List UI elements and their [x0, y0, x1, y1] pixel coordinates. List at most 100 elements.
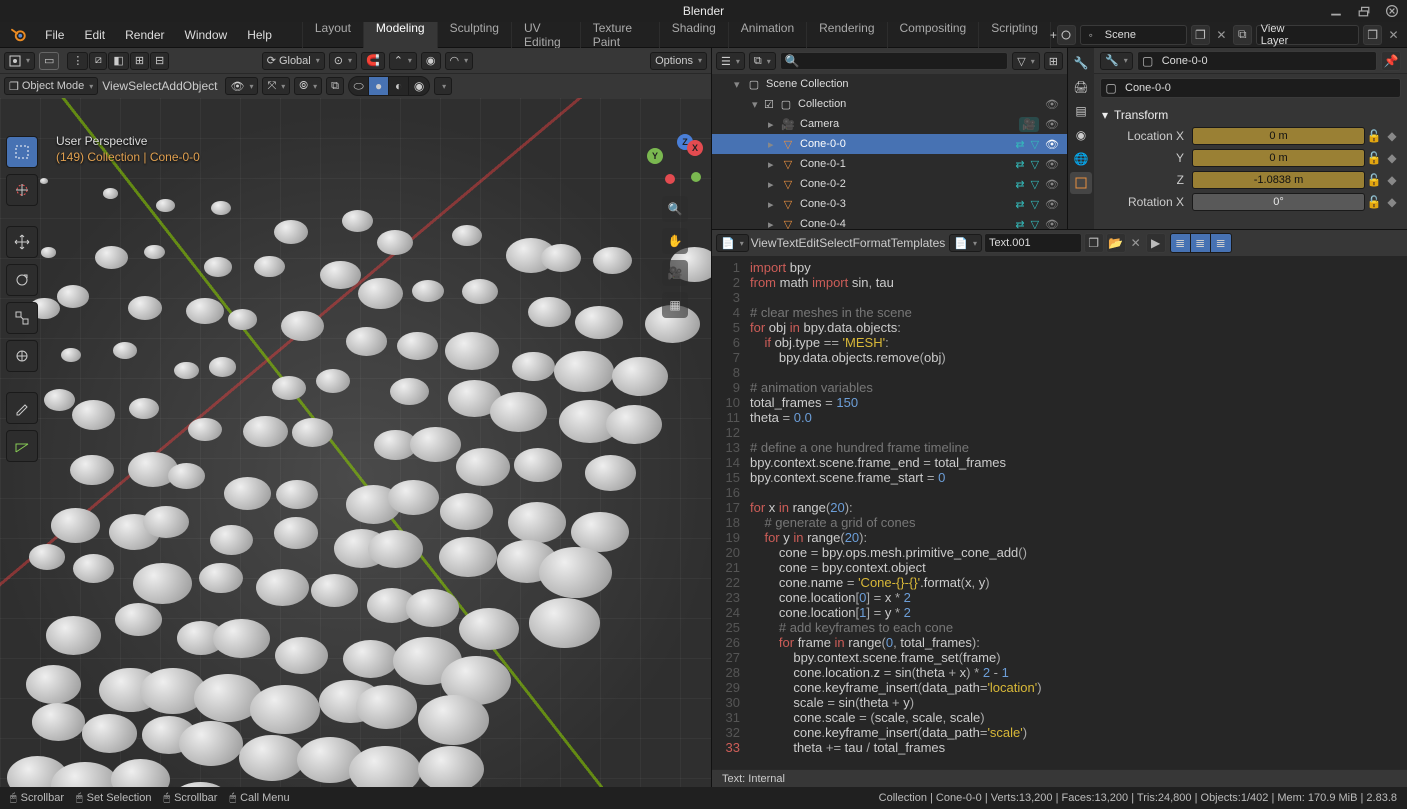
tool-transform[interactable]	[6, 340, 38, 372]
cone-mesh[interactable]	[528, 297, 571, 327]
text-unlink-button[interactable]: ✕	[1128, 233, 1144, 253]
outliner-filter-dropdown[interactable]: ▽	[1012, 52, 1039, 70]
shading-wireframe[interactable]: ⬭	[349, 77, 369, 95]
snap-sub-icon[interactable]: ⊟	[150, 52, 169, 70]
cone-mesh[interactable]	[29, 544, 66, 570]
pivot-dropdown[interactable]: ⊙	[329, 52, 357, 70]
cone-mesh[interactable]	[585, 455, 636, 490]
collection-row[interactable]: ▾☑▢Collection👁	[712, 94, 1067, 114]
cone-mesh[interactable]	[186, 298, 224, 325]
viewlayer-field[interactable]: View Layer	[1256, 25, 1359, 45]
tool-annotate[interactable]	[6, 392, 38, 424]
add-workspace-button[interactable]: +	[1050, 28, 1057, 42]
select-tool-small-icon[interactable]: ▭	[39, 52, 59, 70]
cone-mesh[interactable]	[311, 574, 358, 607]
cone-mesh[interactable]	[213, 619, 269, 658]
text-menu-format[interactable]: Format	[853, 236, 891, 250]
tab-scene[interactable]: ◉	[1070, 124, 1092, 146]
tab-output[interactable]: 🖨	[1070, 76, 1092, 98]
eye-icon[interactable]: 👁	[1045, 198, 1059, 211]
tab-render[interactable]: 🔧	[1070, 52, 1092, 74]
cone-mesh[interactable]	[156, 199, 174, 212]
texteditor-editor-dropdown[interactable]: 📄	[716, 234, 749, 252]
cone-mesh[interactable]	[276, 480, 318, 509]
object-name-field[interactable]: ▢Cone-0-0	[1100, 78, 1401, 98]
text-open-button[interactable]: 📂	[1106, 233, 1126, 253]
cone-mesh[interactable]	[397, 332, 437, 360]
text-menu-view[interactable]: View	[751, 236, 777, 250]
cone-mesh[interactable]	[82, 714, 137, 752]
cone-mesh[interactable]	[346, 327, 387, 355]
text-menu-select[interactable]: Select	[819, 236, 852, 250]
menu-render[interactable]: Render	[115, 24, 174, 46]
snap-vertex-icon[interactable]: ⋮	[67, 52, 88, 70]
cone-mesh[interactable]	[343, 640, 398, 678]
cone-mesh[interactable]	[292, 418, 333, 446]
cone-mesh[interactable]	[418, 695, 489, 745]
cone-mesh[interactable]	[512, 352, 554, 382]
cone-mesh[interactable]	[103, 188, 118, 199]
perspective-toggle[interactable]: ▦	[662, 292, 688, 318]
outliner-item-camera[interactable]: ▸🎥Camera🎥 👁	[712, 114, 1067, 134]
proportional-dropdown[interactable]: ◠	[445, 52, 474, 70]
cone-mesh[interactable]	[174, 362, 199, 380]
eye-icon[interactable]: 👁	[1045, 178, 1059, 191]
menu-help[interactable]: Help	[237, 24, 282, 46]
cone-mesh[interactable]	[199, 563, 243, 593]
cone-mesh[interactable]	[70, 455, 114, 486]
shading-rendered[interactable]: ◉	[409, 77, 429, 95]
outliner-item-cone-0-4[interactable]: ▸▽Cone-0-4⇄ ▽ 👁	[712, 214, 1067, 229]
tool-scale[interactable]	[6, 302, 38, 334]
scene-new-button[interactable]: ❐	[1191, 25, 1210, 45]
snap-toggle[interactable]: 🧲	[361, 52, 385, 70]
cone-mesh[interactable]	[320, 261, 361, 290]
cone-mesh[interactable]	[358, 278, 403, 309]
viewport-menu-add[interactable]: Add	[161, 79, 182, 93]
cone-mesh[interactable]	[250, 685, 319, 734]
location-z-field[interactable]: Z-1.0838 m🔓◆	[1100, 170, 1401, 190]
cone-mesh[interactable]	[61, 348, 81, 362]
cone-mesh[interactable]	[368, 530, 423, 568]
cone-mesh[interactable]	[26, 665, 81, 704]
visibility-dropdown[interactable]: 👁	[225, 77, 258, 95]
nav-gizmo[interactable]: Z X Y	[647, 134, 703, 190]
tab-world[interactable]: 🌐	[1070, 148, 1092, 170]
scene-delete-button[interactable]: ✕	[1214, 25, 1229, 45]
viewport-menu-object[interactable]: Object	[183, 79, 218, 93]
cone-mesh[interactable]	[254, 256, 285, 278]
viewport-menu-view[interactable]: View	[102, 79, 128, 93]
viewlayer-delete-button[interactable]: ✕	[1386, 25, 1401, 45]
cone-mesh[interactable]	[44, 389, 75, 411]
cone-mesh[interactable]	[445, 332, 499, 370]
editor-type-dropdown[interactable]	[4, 52, 35, 70]
text-browse-dropdown[interactable]: 📄	[949, 234, 982, 252]
syntax-toggle[interactable]: ≣	[1191, 234, 1211, 252]
menu-window[interactable]: Window	[175, 24, 238, 46]
location-y-field[interactable]: Y0 m🔓◆	[1100, 148, 1401, 168]
viewlayer-new-button[interactable]: ❐	[1363, 25, 1382, 45]
cone-mesh[interactable]	[554, 351, 614, 393]
cone-mesh[interactable]	[541, 244, 581, 272]
cone-mesh[interactable]	[388, 480, 439, 516]
mode-dropdown[interactable]: ❐Object Mode	[4, 77, 98, 95]
cone-mesh[interactable]	[275, 637, 328, 674]
cone-mesh[interactable]	[316, 369, 350, 393]
shading-options-dropdown[interactable]	[434, 77, 452, 95]
cone-mesh[interactable]	[144, 245, 164, 259]
tool-rotate[interactable]	[6, 264, 38, 296]
cone-mesh[interactable]	[32, 703, 86, 741]
lock-icon[interactable]: 🔓	[1365, 195, 1383, 209]
cone-mesh[interactable]	[115, 603, 162, 636]
options-dropdown[interactable]: Options	[650, 52, 707, 70]
cone-mesh[interactable]	[439, 537, 497, 578]
cone-mesh[interactable]	[40, 178, 48, 184]
eye-icon[interactable]: 👁	[1045, 98, 1059, 111]
outliner-item-cone-0-3[interactable]: ▸▽Cone-0-3⇄ ▽ 👁	[712, 194, 1067, 214]
text-menu-edit[interactable]: Edit	[799, 236, 820, 250]
axis-y[interactable]: Y	[647, 148, 663, 164]
gizmo-dropdown[interactable]: ⤧	[262, 77, 290, 95]
overlays-dropdown[interactable]: ⦾	[294, 77, 322, 95]
tool-measure[interactable]	[6, 430, 38, 462]
lock-icon[interactable]: 🔓	[1365, 129, 1383, 143]
cone-mesh[interactable]	[128, 296, 163, 320]
